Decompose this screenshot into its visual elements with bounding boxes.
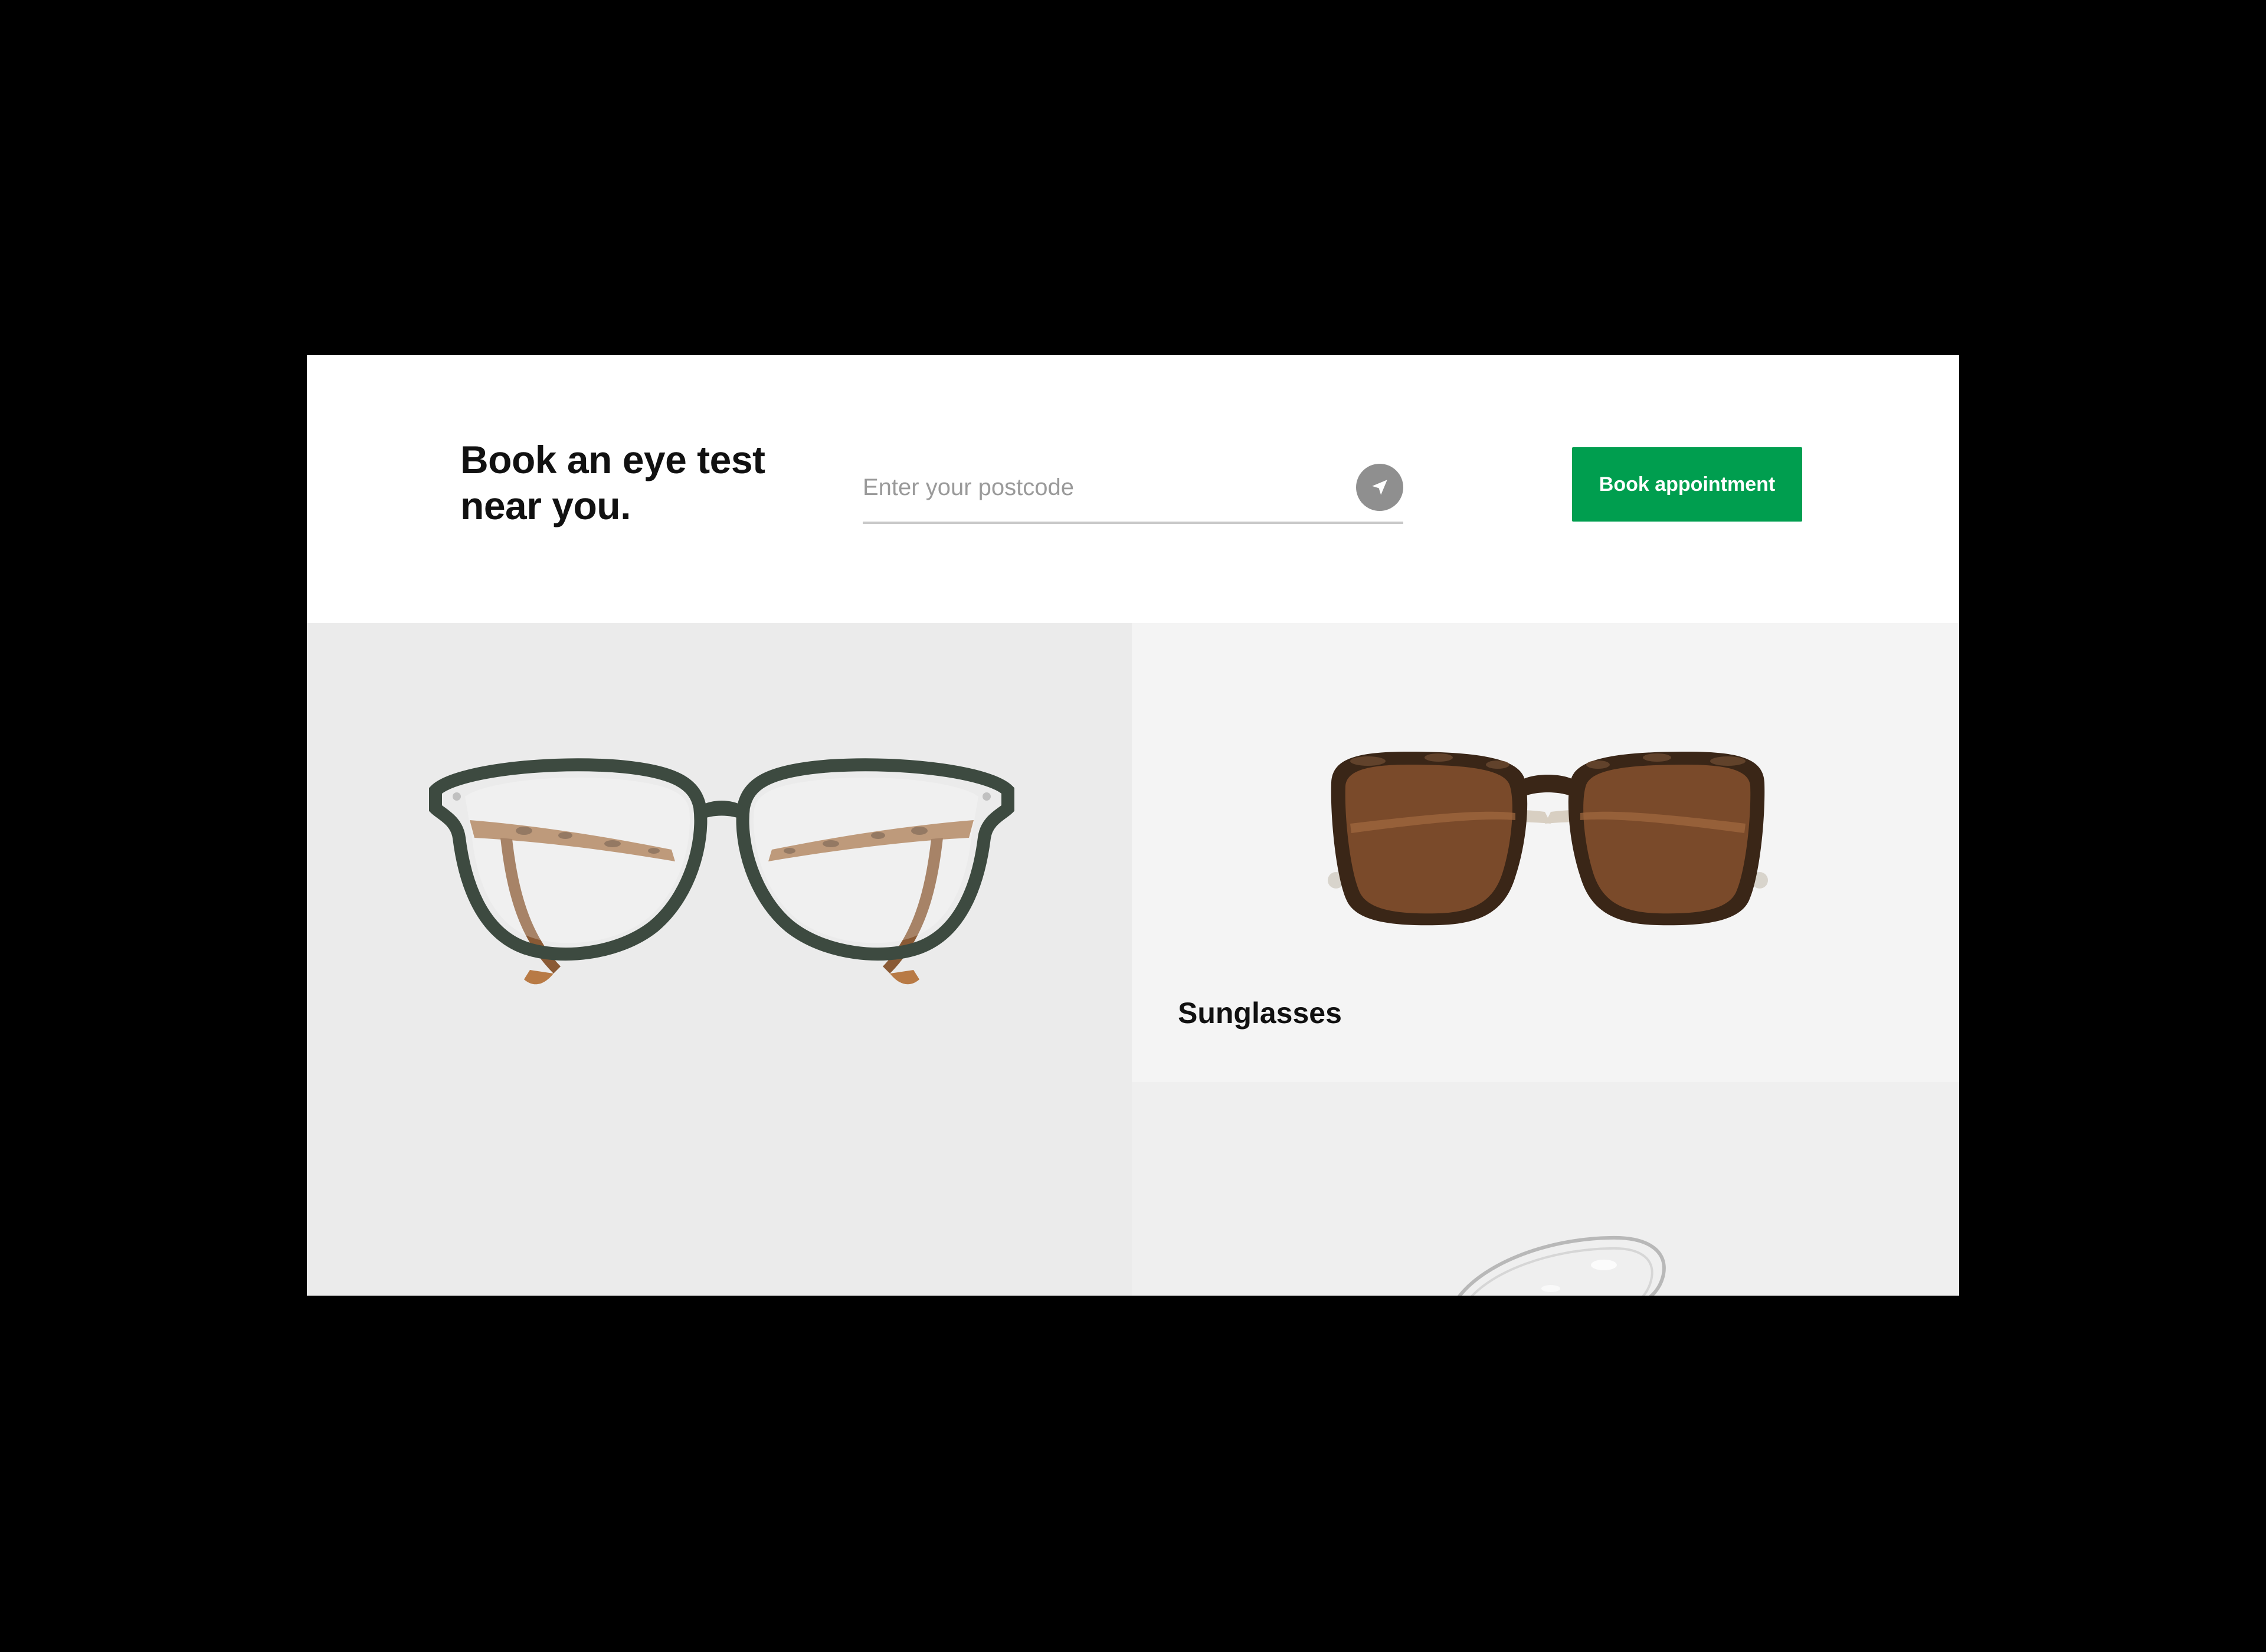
- book-appointment-button[interactable]: Book appointment: [1572, 447, 1802, 522]
- use-my-location-button[interactable]: [1356, 464, 1403, 511]
- booking-heading: Book an eye test near you.: [460, 437, 826, 529]
- page-frame: Book an eye test near you. Book appointm…: [307, 355, 1959, 1296]
- eye-test-booking-bar: Book an eye test near you. Book appointm…: [307, 355, 1959, 623]
- glasses-category-tile[interactable]: [307, 623, 1132, 1296]
- sunglasses-image: [1328, 752, 1768, 926]
- contact-lenses-category-tile[interactable]: [1132, 1082, 1959, 1296]
- sunglasses-label: Sunglasses: [1178, 997, 1342, 1030]
- booking-heading-line-2: near you.: [460, 484, 631, 527]
- postcode-field: [863, 458, 1403, 524]
- contact-lens-image: [1458, 1235, 1666, 1296]
- sunglasses-category-tile[interactable]: Sunglasses: [1132, 623, 1959, 1082]
- green-glasses-image: [429, 758, 1014, 985]
- postcode-input[interactable]: [863, 464, 1335, 511]
- location-arrow-icon: [1372, 480, 1387, 495]
- booking-heading-line-1: Book an eye test: [460, 438, 765, 481]
